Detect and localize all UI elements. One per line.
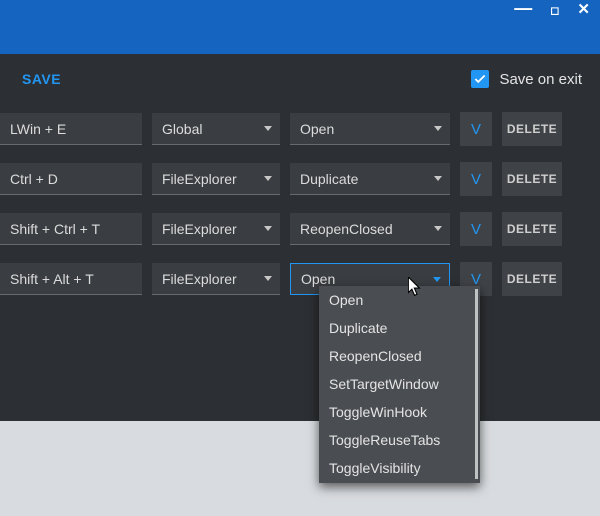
hotkey-row: Shift + Ctrl + T FileExplorer ReopenClos… xyxy=(0,204,600,254)
chevron-down-icon xyxy=(433,277,441,282)
save-on-exit-checkbox[interactable] xyxy=(471,70,489,88)
hotkey-input[interactable]: Shift + Ctrl + T xyxy=(0,213,142,245)
test-button[interactable]: V xyxy=(460,162,492,196)
chevron-down-icon xyxy=(264,276,272,281)
test-button[interactable]: V xyxy=(460,112,492,146)
action-value: Duplicate xyxy=(300,171,358,187)
delete-button[interactable]: DELETE xyxy=(502,212,562,246)
hotkey-row: LWin + E Global Open V DELETE xyxy=(0,104,600,154)
action-select[interactable]: Duplicate xyxy=(290,163,450,195)
check-icon xyxy=(473,72,487,86)
dropdown-item[interactable]: ReopenClosed xyxy=(319,342,480,370)
action-value: Open xyxy=(300,121,334,137)
chevron-down-icon xyxy=(264,226,272,231)
save-on-exit-label: Save on exit xyxy=(499,71,582,88)
chevron-down-icon xyxy=(264,176,272,181)
content-panel: SAVE Save on exit LWin + E Global Open xyxy=(0,54,600,421)
dropdown-item[interactable]: ToggleReuseTabs xyxy=(319,426,480,454)
dropdown-list: Open Duplicate ReopenClosed SetTargetWin… xyxy=(319,286,480,482)
hotkey-input[interactable]: Ctrl + D xyxy=(0,163,142,195)
dropdown-item[interactable]: Duplicate xyxy=(319,314,480,342)
scope-select[interactable]: FileExplorer xyxy=(152,163,280,195)
minimize-button[interactable]: — xyxy=(510,1,536,15)
chevron-down-icon xyxy=(434,126,442,131)
close-button[interactable]: ✕ xyxy=(573,3,594,17)
background-strip xyxy=(0,421,600,516)
dropdown-item[interactable]: Open xyxy=(319,286,480,314)
hotkey-row: Ctrl + D FileExplorer Duplicate V DELETE xyxy=(0,154,600,204)
hotkey-text: Shift + Alt + T xyxy=(10,271,94,287)
hotkey-input[interactable]: Shift + Alt + T xyxy=(0,263,142,295)
action-value: Open xyxy=(301,271,335,287)
chevron-down-icon xyxy=(264,126,272,131)
dropdown-item[interactable]: ToggleWinHook xyxy=(319,398,480,426)
action-select[interactable]: ReopenClosed xyxy=(290,213,450,245)
scope-select[interactable]: FileExplorer xyxy=(152,263,280,295)
hotkey-text: LWin + E xyxy=(10,121,66,137)
action-value: ReopenClosed xyxy=(300,221,393,237)
toolbar: SAVE Save on exit xyxy=(0,54,600,104)
dropdown-item[interactable]: ToggleVisibility xyxy=(319,454,480,482)
app-window: — ◻ ✕ SAVE Save on exit LWin + E Global xyxy=(0,0,600,516)
hotkey-grid: LWin + E Global Open V DELETE Ctrl + D F… xyxy=(0,104,600,304)
delete-button[interactable]: DELETE xyxy=(502,262,562,296)
scope-value: FileExplorer xyxy=(162,221,237,237)
hotkey-text: Shift + Ctrl + T xyxy=(10,221,100,237)
dropdown-scrollbar[interactable] xyxy=(475,289,478,479)
scope-value: FileExplorer xyxy=(162,171,237,187)
save-button[interactable]: SAVE xyxy=(22,71,61,87)
delete-button[interactable]: DELETE xyxy=(502,162,562,196)
delete-button[interactable]: DELETE xyxy=(502,112,562,146)
titlebar: — ◻ ✕ xyxy=(0,0,600,54)
hotkey-row: Shift + Alt + T FileExplorer Open V DELE… xyxy=(0,254,600,304)
save-on-exit-group: Save on exit xyxy=(471,70,582,88)
hotkey-input[interactable]: LWin + E xyxy=(0,113,142,145)
chevron-down-icon xyxy=(434,226,442,231)
scope-value: FileExplorer xyxy=(162,271,237,287)
maximize-button[interactable]: ◻ xyxy=(546,4,563,18)
action-select[interactable]: Open xyxy=(290,113,450,145)
scope-value: Global xyxy=(162,121,202,137)
action-dropdown: Open Duplicate ReopenClosed SetTargetWin… xyxy=(319,286,480,483)
test-button[interactable]: V xyxy=(460,212,492,246)
window-controls: — ◻ ✕ xyxy=(0,0,600,54)
dropdown-item[interactable]: SetTargetWindow xyxy=(319,370,480,398)
hotkey-text: Ctrl + D xyxy=(10,171,58,187)
scope-select[interactable]: FileExplorer xyxy=(152,213,280,245)
chevron-down-icon xyxy=(434,176,442,181)
scope-select[interactable]: Global xyxy=(152,113,280,145)
